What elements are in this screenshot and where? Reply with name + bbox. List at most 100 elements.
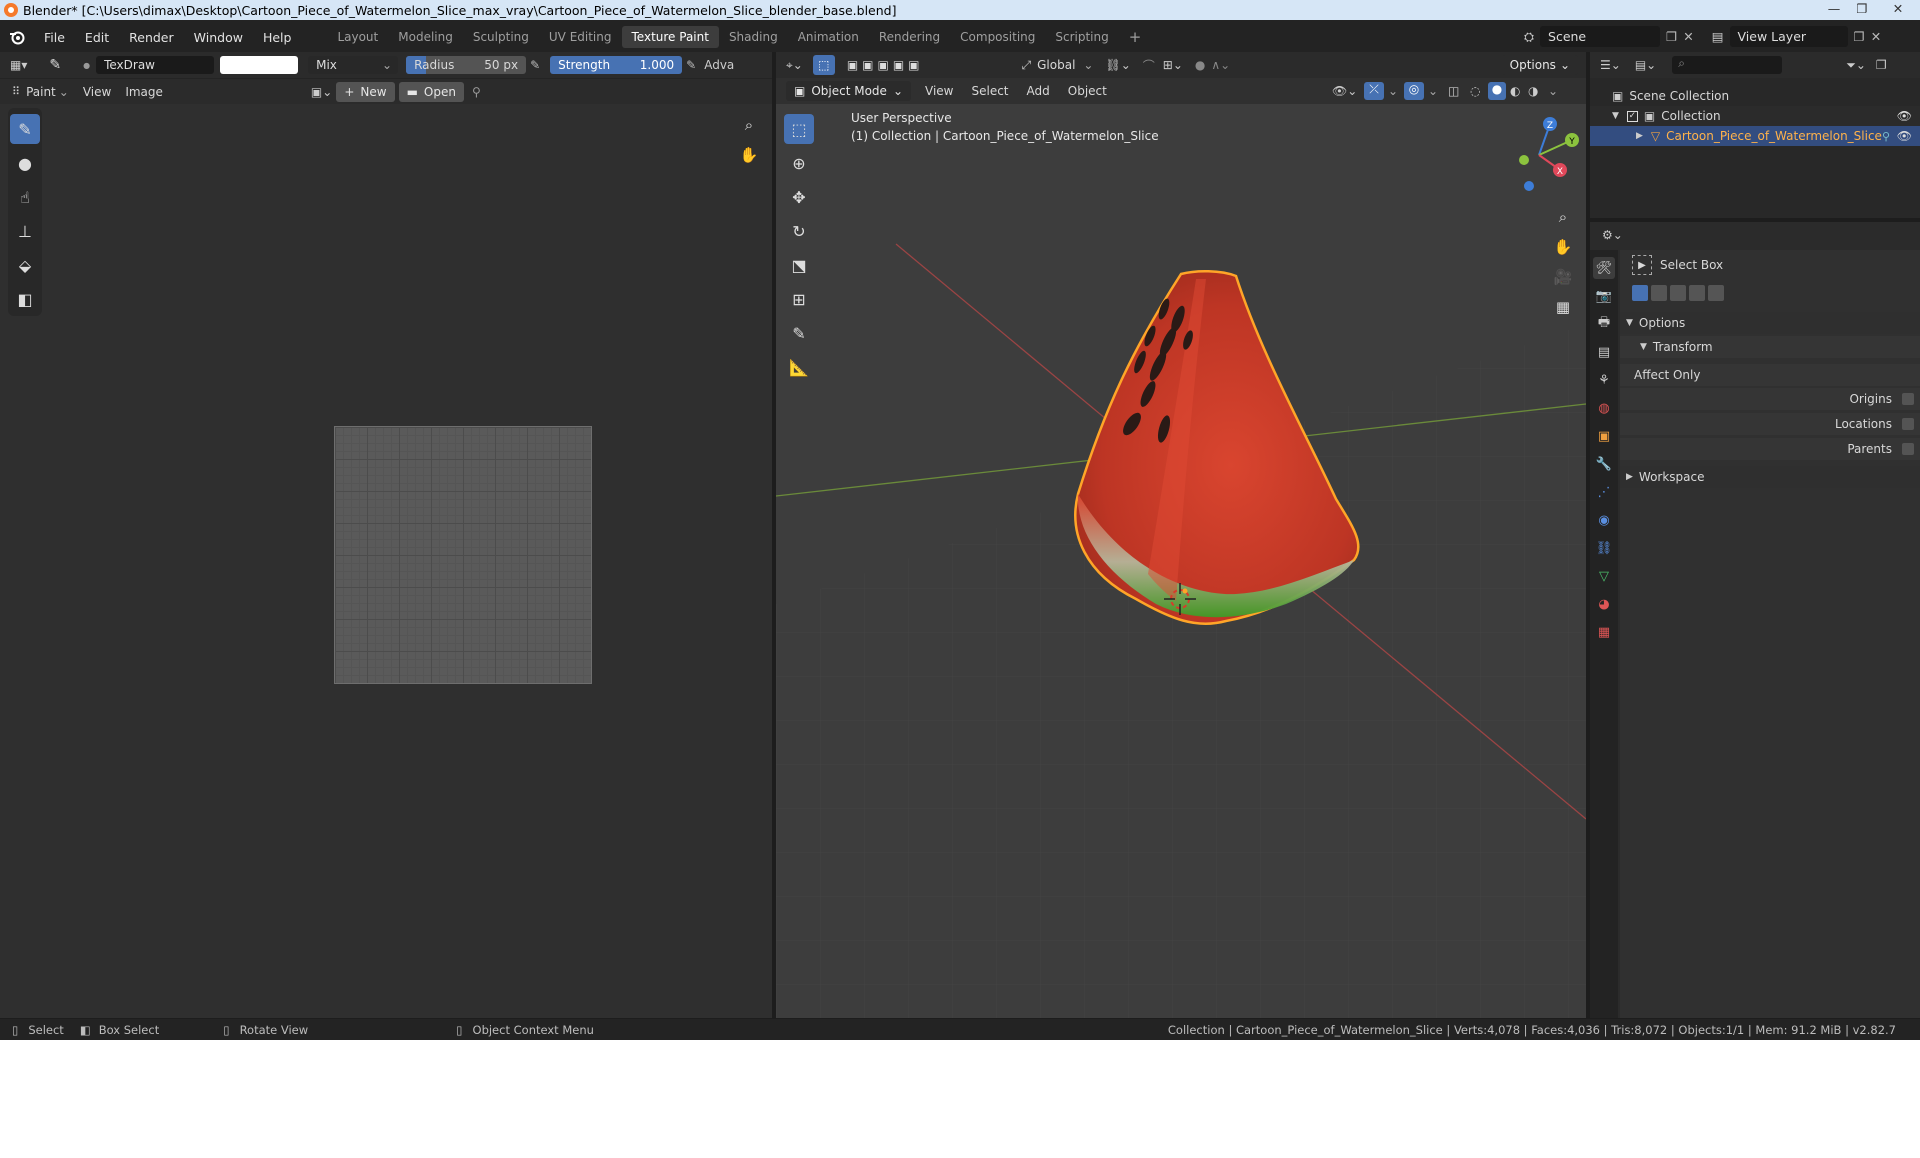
scene-field[interactable]: Scene	[1540, 26, 1661, 47]
material-tab-icon[interactable]: ◕	[1593, 593, 1615, 615]
menu-help[interactable]: Help	[253, 30, 302, 45]
new-view-layer-icon[interactable]: ❐	[1854, 29, 1865, 44]
menu-view[interactable]: View	[925, 84, 953, 98]
new-collection-icon[interactable]: ❐	[1876, 58, 1887, 72]
xray-icon[interactable]: ◫	[1448, 84, 1459, 98]
view-layer-icon[interactable]: ▤	[1712, 29, 1724, 44]
physics-tab-icon[interactable]: ◉	[1593, 509, 1615, 531]
blend-mode-dropdown[interactable]: Mix ⌄	[308, 56, 399, 74]
tab-rendering[interactable]: Rendering	[869, 26, 950, 48]
fill-tool-icon[interactable]: ⬙	[10, 250, 40, 280]
outliner-row-scene-collection[interactable]: ▣ Scene Collection	[1590, 86, 1920, 106]
modifier-tab-icon[interactable]: 🔧	[1593, 453, 1615, 475]
outliner-row-collection[interactable]: ▼ ✓ ▣ Collection 👁	[1590, 106, 1920, 126]
menu-edit[interactable]: Edit	[75, 30, 119, 45]
brush-name-field[interactable]: TexDraw	[96, 56, 215, 74]
particles-tab-icon[interactable]: ⋰	[1593, 481, 1615, 503]
editor-type-icon[interactable]: ⌖⌄	[786, 58, 803, 73]
3d-viewport[interactable]: ⌖⌄ ⬚ ▣▣▣▣▣ ⤢ Global ⌄ ⛓⌄ ⌒ ⊞⌄ ● ∧⌄ Optio…	[776, 52, 1586, 1018]
camera-icon[interactable]: 🎥	[1550, 264, 1576, 290]
smear-tool-icon[interactable]: ☝	[10, 182, 40, 212]
maximize-button[interactable]: ❐	[1848, 0, 1876, 20]
mode-set-icon[interactable]	[1632, 285, 1648, 301]
new-scene-icon[interactable]: ❐	[1666, 29, 1677, 44]
pivot-icon[interactable]: ⛓⌄	[1105, 58, 1130, 72]
menu-view[interactable]: View	[83, 85, 111, 99]
move-tool-icon[interactable]: ✥	[784, 182, 814, 212]
world-tab-icon[interactable]: ◍	[1593, 397, 1615, 419]
strength-slider[interactable]: Strength 1.000	[550, 56, 683, 74]
collection-checkbox[interactable]: ✓	[1626, 110, 1638, 122]
snap-icon[interactable]: ⌒	[1143, 57, 1155, 74]
remove-view-layer-icon[interactable]: ✕	[1871, 29, 1881, 44]
view-layer-field[interactable]: View Layer	[1729, 26, 1848, 47]
advanced-panel-button[interactable]: Adva	[704, 58, 734, 72]
orientation-dropdown[interactable]: Global	[1037, 58, 1075, 72]
menu-image[interactable]: Image	[125, 85, 163, 99]
pan-hand-icon[interactable]: ✋	[1550, 234, 1576, 260]
zoom-icon[interactable]: ⌕	[736, 112, 762, 138]
viewport-scene[interactable]	[776, 104, 1586, 1018]
rendered-shading-icon[interactable]: ◑	[1528, 84, 1538, 98]
remove-scene-icon[interactable]: ✕	[1683, 29, 1693, 44]
navigation-gizmo[interactable]: Z Y X	[1494, 110, 1584, 200]
scene-icon[interactable]: ⛭	[1524, 29, 1534, 45]
menu-render[interactable]: Render	[119, 30, 184, 45]
menu-window[interactable]: Window	[184, 30, 253, 45]
tool-tab-icon[interactable]: 🛠	[1593, 257, 1615, 279]
tab-layout[interactable]: Layout	[327, 26, 388, 48]
expand-arrow-icon[interactable]: ▼	[1612, 111, 1619, 121]
tab-animation[interactable]: Animation	[788, 26, 869, 48]
scale-tool-icon[interactable]: ⬔	[784, 250, 814, 280]
pin-icon[interactable]: ⚲	[472, 85, 481, 99]
strength-pressure-icon[interactable]: ✎	[686, 58, 696, 72]
data-tab-icon[interactable]: ▽	[1593, 565, 1615, 587]
minimize-button[interactable]: —	[1820, 0, 1848, 20]
close-button[interactable]: ✕	[1876, 0, 1920, 20]
locations-checkbox[interactable]	[1902, 418, 1914, 430]
wireframe-shading-icon[interactable]: ◌	[1470, 84, 1480, 98]
mode-subtract-icon[interactable]	[1670, 285, 1686, 301]
view-layer-tab-icon[interactable]: ▤	[1593, 341, 1615, 363]
mode-dropdown[interactable]: ▣ Object Mode ⌄	[786, 81, 911, 101]
render-tab-icon[interactable]: 📷	[1593, 285, 1615, 307]
new-image-button[interactable]: + New	[336, 81, 395, 102]
tab-compositing[interactable]: Compositing	[950, 26, 1045, 48]
menu-file[interactable]: File	[34, 30, 75, 45]
output-tab-icon[interactable]: 🖶	[1593, 313, 1615, 335]
chevron-down-icon[interactable]: ⌄	[1428, 84, 1438, 98]
outliner-search-input[interactable]: ⌕	[1672, 56, 1783, 74]
chevron-down-icon[interactable]: ⌄	[1548, 84, 1558, 98]
solid-shading-icon[interactable]: ●	[1488, 82, 1506, 100]
brush-icon[interactable]: ✎	[49, 57, 61, 73]
object-tab-icon[interactable]: ▣	[1593, 425, 1615, 447]
radius-pressure-icon[interactable]: ✎	[530, 58, 540, 72]
selection-mode-icons[interactable]: ▣▣▣▣▣	[847, 58, 924, 72]
outliner-row-object[interactable]: ▶ ▽ Cartoon_Piece_of_Watermelon_Slice ⚲ …	[1590, 126, 1920, 146]
add-workspace-button[interactable]: +	[1119, 24, 1152, 50]
options-dropdown[interactable]: Options ⌄	[1501, 55, 1578, 75]
menu-select[interactable]: Select	[971, 84, 1008, 98]
ortho-grid-icon[interactable]: ▦	[1550, 294, 1576, 320]
falloff-icon[interactable]: ∧⌄	[1211, 58, 1230, 72]
overlay-toggle-icon[interactable]: ◎	[1404, 82, 1424, 100]
transform-subpanel-header[interactable]: ▼ Transform	[1620, 336, 1920, 358]
expand-arrow-icon[interactable]: ▶	[1636, 131, 1643, 141]
snap-target-icon[interactable]: ⊞⌄	[1163, 58, 1183, 72]
tab-modeling[interactable]: Modeling	[388, 26, 463, 48]
image-browse-icon[interactable]: ▣⌄	[311, 85, 332, 99]
editor-type-icon[interactable]: ☰⌄	[1600, 58, 1621, 72]
tab-sculpting[interactable]: Sculpting	[463, 26, 539, 48]
mode-difference-icon[interactable]	[1689, 285, 1705, 301]
draw-tool-icon[interactable]: ✎	[10, 114, 40, 144]
paint-mode-dropdown[interactable]: Paint	[26, 85, 56, 99]
tab-uv-editing[interactable]: UV Editing	[539, 26, 622, 48]
eye-icon[interactable]: 👁	[1897, 129, 1912, 143]
mode-intersect-icon[interactable]	[1708, 285, 1724, 301]
soften-tool-icon[interactable]: ●	[10, 148, 40, 178]
select-box-mode-icon[interactable]: ⬚	[812, 55, 835, 75]
scene-tab-icon[interactable]: ⚘	[1593, 369, 1615, 391]
editor-type-icon[interactable]: ▦▾	[10, 58, 27, 72]
display-mode-icon[interactable]: ▤⌄	[1635, 58, 1656, 72]
visibility-icon[interactable]: 👁⌄	[1332, 84, 1357, 98]
